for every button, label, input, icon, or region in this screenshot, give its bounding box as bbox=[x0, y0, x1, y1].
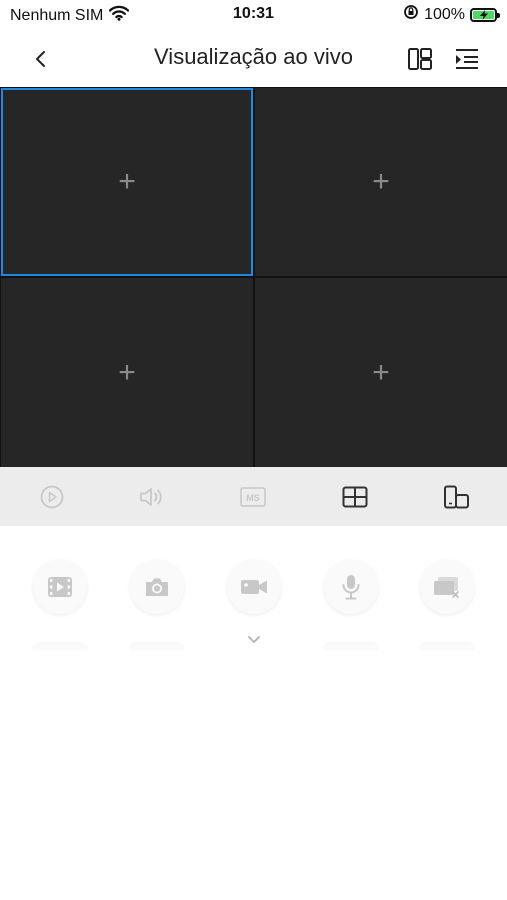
video-cell-2[interactable]: + bbox=[255, 88, 507, 276]
chevron-down-icon bbox=[248, 635, 260, 643]
close-all-button[interactable] bbox=[420, 560, 474, 614]
stream-quality-label: MS bbox=[246, 493, 260, 503]
battery-icon bbox=[470, 7, 500, 22]
nav-bar: Visualização ao vivo bbox=[0, 30, 507, 87]
talk-button[interactable] bbox=[324, 560, 378, 614]
tool-second-row-edge bbox=[420, 644, 474, 650]
split-screen-icon bbox=[342, 486, 368, 508]
snapshot-button[interactable] bbox=[130, 560, 184, 614]
video-grid: + + + + bbox=[0, 87, 507, 467]
add-camera-icon: + bbox=[372, 355, 390, 389]
status-right: 100% bbox=[403, 4, 500, 25]
tool-second-row-edge bbox=[324, 644, 378, 650]
layout-icon bbox=[408, 48, 432, 70]
video-cell-1[interactable]: + bbox=[1, 88, 253, 276]
close-all-icon bbox=[434, 577, 459, 598]
add-camera-icon: + bbox=[118, 165, 136, 198]
volume-icon bbox=[140, 488, 162, 506]
stream-quality-icon: MS bbox=[240, 487, 266, 507]
tool-second-row-edge bbox=[130, 644, 184, 650]
snapshot-icon bbox=[146, 578, 168, 596]
rotate-screen-button[interactable] bbox=[440, 481, 472, 513]
play-icon bbox=[40, 485, 64, 509]
video-cell-4[interactable]: + bbox=[255, 278, 507, 467]
video-cell-3[interactable]: + bbox=[1, 278, 253, 467]
record-button[interactable] bbox=[227, 560, 281, 614]
rotate-screen-icon bbox=[444, 485, 469, 509]
expand-tools-button[interactable] bbox=[243, 631, 265, 647]
status-bar: Nenhum SIM 10:31 100% bbox=[0, 0, 507, 30]
control-bar: MS bbox=[0, 467, 507, 526]
device-list-button[interactable] bbox=[450, 42, 484, 76]
add-camera-icon: + bbox=[372, 165, 390, 198]
playback-icon bbox=[48, 577, 72, 597]
talk-icon bbox=[342, 575, 360, 600]
playback-button[interactable] bbox=[33, 560, 87, 614]
layout-button[interactable] bbox=[403, 42, 437, 76]
device-list-icon bbox=[456, 49, 478, 69]
play-button[interactable] bbox=[36, 481, 68, 513]
battery-percent: 100% bbox=[424, 5, 465, 23]
record-icon bbox=[241, 580, 267, 594]
orientation-lock-icon bbox=[403, 4, 419, 25]
volume-button[interactable] bbox=[136, 481, 168, 513]
stream-quality-button[interactable]: MS bbox=[237, 481, 269, 513]
tool-second-row-edge bbox=[33, 644, 87, 650]
tools-panel bbox=[0, 526, 507, 900]
split-screen-button[interactable] bbox=[339, 481, 371, 513]
add-camera-icon: + bbox=[118, 355, 136, 389]
